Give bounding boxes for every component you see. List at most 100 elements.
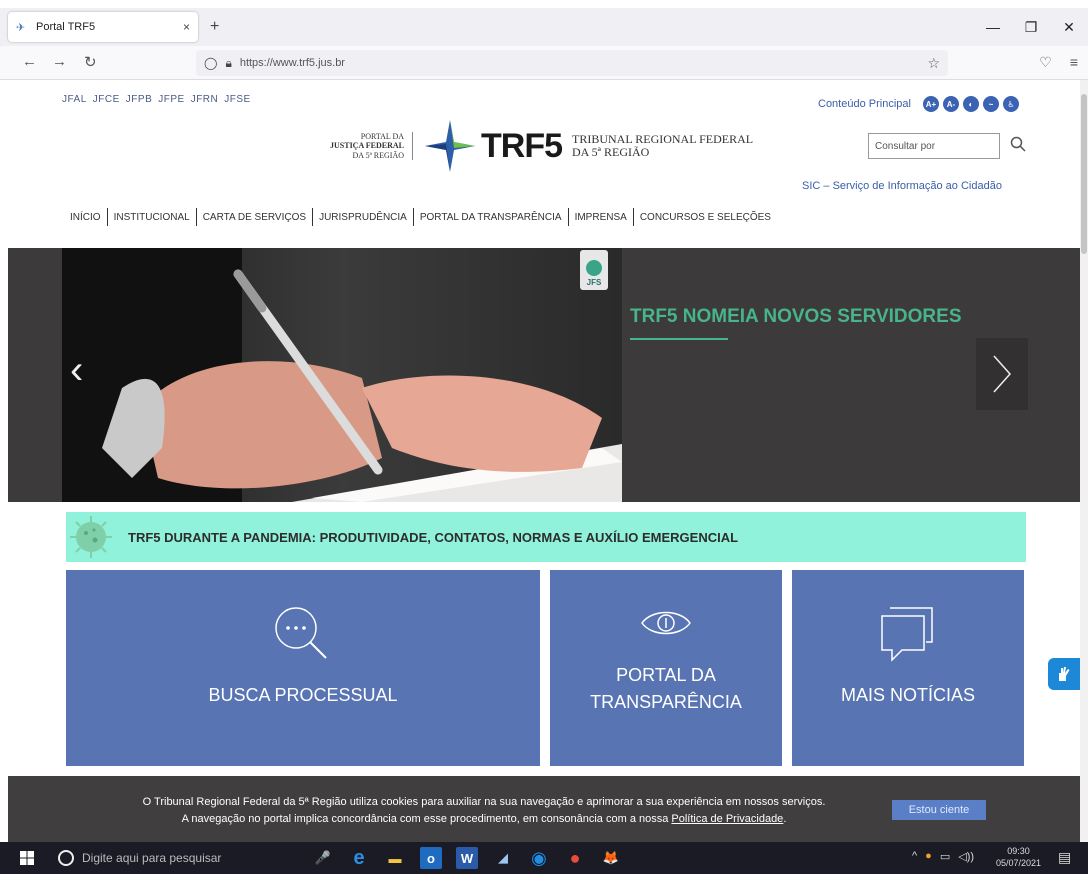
section-link-jfal[interactable]: JFAL bbox=[62, 94, 87, 105]
windows-start-icon[interactable] bbox=[20, 851, 34, 865]
restore-button[interactable]: ❐ bbox=[1012, 8, 1050, 46]
portal-transparencia-card[interactable]: PORTAL DA TRANSPARÊNCIA bbox=[550, 570, 782, 766]
headline-underline bbox=[630, 338, 728, 340]
site-favicon-icon: ✈ bbox=[16, 21, 26, 34]
toolbar-right: ♡ ≡ bbox=[1039, 54, 1078, 71]
main-content-link[interactable]: Conteúdo Principal bbox=[818, 98, 911, 110]
trf5-logo[interactable]: PORTAL DA JUSTIÇA FEDERAL DA 5ª REGIÃO T… bbox=[330, 116, 753, 176]
menu-item-institucional[interactable]: INSTITUCIONAL bbox=[108, 212, 196, 223]
browser-tab-bar: ✈ Portal TRF5 × + — ❐ ✕ bbox=[0, 8, 1088, 46]
pandemic-banner-text: TRF5 DURANTE A PANDEMIA: PRODUTIVIDADE, … bbox=[128, 529, 739, 545]
word-icon[interactable]: W bbox=[456, 847, 478, 869]
menu-item-concursos[interactable]: CONCURSOS E SELEÇÕES bbox=[634, 212, 777, 223]
tab-title: Portal TRF5 bbox=[36, 21, 96, 33]
forward-arrow-icon[interactable]: → bbox=[52, 53, 67, 70]
close-window-button[interactable]: ✕ bbox=[1050, 8, 1088, 46]
outlook-icon[interactable]: o bbox=[420, 847, 442, 869]
menu-item-portal-transparencia[interactable]: PORTAL DA TRANSPARÊNCIA bbox=[414, 212, 568, 223]
section-link-jfpb[interactable]: JFPB bbox=[126, 94, 152, 105]
search-icon[interactable] bbox=[1010, 136, 1026, 152]
eye-icon bbox=[641, 611, 691, 635]
section-links: JFAL JFCE JFPB JFPE JFRN JFSE bbox=[62, 94, 251, 105]
edge-icon[interactable]: e bbox=[348, 847, 370, 869]
window-controls: — ❐ ✕ bbox=[974, 8, 1088, 46]
accept-cookies-button[interactable]: Estou ciente bbox=[892, 800, 986, 820]
microphone-icon[interactable]: 🎤 bbox=[312, 847, 334, 869]
app-icon[interactable]: ◢ bbox=[492, 847, 514, 869]
cookie-consent-bar: O Tribunal Regional Federal da 5ª Região… bbox=[8, 776, 1080, 842]
pocket-icon[interactable]: ♡ bbox=[1039, 54, 1052, 71]
browser-tab[interactable]: ✈ Portal TRF5 × bbox=[8, 12, 198, 42]
section-link-jfse[interactable]: JFSE bbox=[224, 94, 250, 105]
portal-transparencia-label: PORTAL DA TRANSPARÊNCIA bbox=[590, 665, 742, 712]
taskbar-clock[interactable]: 09:30 05/07/2021 bbox=[996, 845, 1041, 869]
web-page: JFAL JFCE JFPB JFPE JFRN JFSE Conteúdo P… bbox=[0, 80, 1080, 842]
search-dots-icon bbox=[275, 607, 327, 659]
taskbar-search[interactable]: Digite aqui para pesquisar bbox=[54, 846, 294, 870]
signing-document-image bbox=[62, 248, 622, 502]
section-link-jfpe[interactable]: JFPE bbox=[158, 94, 184, 105]
shield-icon[interactable]: ◯ bbox=[204, 56, 217, 70]
mais-noticias-card[interactable]: MAIS NOTÍCIAS bbox=[792, 570, 1024, 766]
page-scrollbar[interactable] bbox=[1080, 80, 1088, 842]
sign-language-icon[interactable]: ~ bbox=[982, 96, 999, 112]
tray-app-icon[interactable]: ● bbox=[925, 850, 932, 863]
bookmark-star-icon[interactable]: ☆ bbox=[927, 55, 940, 72]
font-increase-button[interactable]: A+ bbox=[922, 96, 939, 112]
menu-item-inicio[interactable]: INÍCIO bbox=[64, 212, 107, 223]
chrome-icon[interactable]: ● bbox=[564, 847, 586, 869]
sign-language-widget-icon[interactable] bbox=[1048, 658, 1080, 690]
section-link-jfrn[interactable]: JFRN bbox=[191, 94, 219, 105]
windows-taskbar: Digite aqui para pesquisar 🎤 e ▬ o W ◢ ◉… bbox=[0, 842, 1088, 874]
section-link-jfce[interactable]: JFCE bbox=[93, 94, 120, 105]
address-bar[interactable]: ◯ 🔒︎ https://www.trf5.jus.br ☆ bbox=[196, 50, 948, 76]
pandemic-banner[interactable]: TRF5 DURANTE A PANDEMIA: PRODUTIVIDADE, … bbox=[66, 512, 1026, 562]
volume-icon[interactable]: ◁)) bbox=[958, 850, 974, 863]
url-text[interactable]: https://www.trf5.jus.br bbox=[240, 57, 345, 69]
reload-icon[interactable]: ↻ bbox=[84, 53, 97, 71]
chat-bubbles-icon bbox=[881, 607, 933, 662]
globe-icon bbox=[586, 260, 602, 276]
menu-item-imprensa[interactable]: IMPRENSA bbox=[569, 212, 633, 223]
busca-processual-card[interactable]: BUSCA PROCESSUAL bbox=[66, 570, 540, 766]
menu-item-carta-servicos[interactable]: CARTA DE SERVIÇOS bbox=[197, 212, 312, 223]
sic-link[interactable]: SIC – Serviço de Informação ao Cidadão bbox=[802, 180, 1002, 192]
virus-icon bbox=[70, 516, 112, 558]
news-carousel: JFS ‹ TRF5 NOMEIA NOVOS SERVIDORES bbox=[8, 248, 1080, 502]
carousel-prev-arrow-icon[interactable]: ‹ bbox=[70, 348, 83, 393]
accessibility-bar: Conteúdo Principal A+ A- ◐ ~ ♿ bbox=[818, 96, 1019, 112]
new-tab-icon[interactable]: + bbox=[210, 18, 219, 36]
chevron-right-icon bbox=[993, 355, 1012, 393]
taskbar-apps: 🎤 e ▬ o W ◢ ◉ ● 🦊 bbox=[312, 847, 622, 869]
scrollbar-thumb[interactable] bbox=[1081, 94, 1087, 254]
system-tray: ^ ● ▭ ◁)) bbox=[912, 850, 974, 863]
notification-icon[interactable]: ▤ bbox=[1058, 849, 1071, 866]
close-tab-icon[interactable]: × bbox=[183, 20, 190, 34]
news-photo[interactable] bbox=[62, 248, 622, 502]
file-explorer-icon[interactable]: ▬ bbox=[384, 847, 406, 869]
chevron-up-icon[interactable]: ^ bbox=[912, 850, 917, 863]
firefox-icon[interactable]: 🦊 bbox=[600, 847, 622, 869]
font-decrease-button[interactable]: A- bbox=[942, 96, 959, 112]
back-arrow-icon[interactable]: ← bbox=[22, 53, 37, 70]
search-input[interactable]: Consultar por bbox=[868, 133, 1000, 159]
privacy-policy-link[interactable]: Política de Privacidade bbox=[671, 813, 783, 825]
mais-noticias-label: MAIS NOTÍCIAS bbox=[840, 685, 975, 705]
cortana-icon bbox=[58, 850, 74, 866]
skype-icon[interactable]: ◉ bbox=[528, 847, 550, 869]
menu-item-jurisprudencia[interactable]: JURISPRUDÊNCIA bbox=[313, 212, 413, 223]
logo-text: TRF5 bbox=[481, 126, 563, 165]
portal-justica-text: PORTAL DA JUSTIÇA FEDERAL DA 5ª REGIÃO bbox=[330, 132, 414, 160]
menu-hamburger-icon[interactable]: ≡ bbox=[1070, 54, 1078, 71]
cookie-message: O Tribunal Regional Federal da 5ª Região… bbox=[142, 796, 826, 825]
carousel-next-button[interactable] bbox=[976, 338, 1028, 410]
minimize-button[interactable]: — bbox=[974, 8, 1012, 46]
accessibility-icon[interactable]: ♿ bbox=[1002, 96, 1019, 112]
lock-icon[interactable]: 🔒︎ bbox=[225, 56, 231, 71]
trf5-star-icon bbox=[425, 120, 476, 172]
browser-nav-bar: ← → ↻ ◯ 🔒︎ https://www.trf5.jus.br ☆ ♡ ≡ bbox=[0, 46, 1088, 80]
jfs-badge: JFS bbox=[580, 250, 608, 290]
network-icon[interactable]: ▭ bbox=[940, 850, 950, 863]
contrast-icon[interactable]: ◐ bbox=[962, 96, 979, 112]
carousel-headline[interactable]: TRF5 NOMEIA NOVOS SERVIDORES bbox=[630, 306, 962, 328]
